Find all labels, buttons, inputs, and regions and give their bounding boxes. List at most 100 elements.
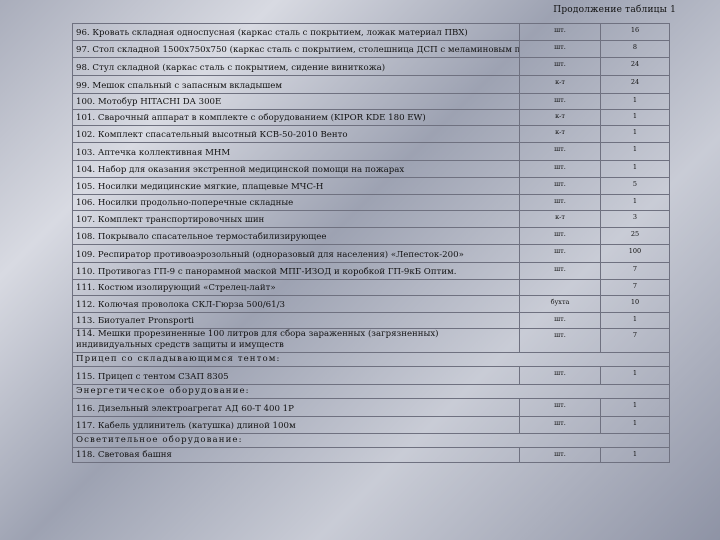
unit-cell: шт.: [519, 194, 601, 211]
quantity-cell: 1: [600, 125, 670, 143]
quantity-cell: 16: [600, 23, 670, 41]
table-row: 117. Кабель удлинитель (катушка) длиной …: [72, 416, 670, 434]
unit-cell: шт.: [519, 142, 601, 161]
section-row: Прицеп со складывающимся тентом:: [72, 352, 670, 367]
item-name-cell: 114. Мешки прорезиненные 100 литров для …: [72, 328, 520, 353]
unit-cell: к-т: [519, 75, 601, 94]
unit-cell: шт.: [519, 23, 601, 41]
quantity-cell: 1: [600, 160, 670, 178]
quantity-cell: 3: [600, 210, 670, 228]
unit-cell: шт.: [519, 398, 601, 417]
table-row: 104. Набор для оказания экстренной медиц…: [72, 160, 670, 178]
item-name-cell: 103. Аптечка коллективная МНМ: [72, 142, 520, 161]
section-heading: Осветительное оборудование:: [72, 433, 670, 448]
table-row: 113. Биотуалет Pronsporti шт. 1: [72, 312, 670, 329]
unit-cell: шт.: [519, 262, 601, 280]
section-row: Энергетическое оборудование:: [72, 384, 670, 399]
item-name-cell: 105. Носилки медицинские мягкие, плащевы…: [72, 177, 520, 195]
unit-cell: шт.: [519, 177, 601, 195]
unit-cell: бухта: [519, 295, 601, 313]
section-heading: Прицеп со складывающимся тентом:: [72, 352, 670, 367]
item-name-cell: 117. Кабель удлинитель (катушка) длиной …: [72, 416, 520, 434]
section-heading: Энергетическое оборудование:: [72, 384, 670, 399]
item-name-cell: 102. Комплект спасательный высотный КСВ-…: [72, 125, 520, 143]
unit-cell: к-т: [519, 125, 601, 143]
table-row: 111. Костюм изолирующий «Стрелец-лайт» 7: [72, 279, 670, 296]
item-name-cell: 99. Мешок спальный с запасным вкладышем: [72, 75, 520, 94]
item-name-cell: 101. Сварочный аппарат в комплекте с обо…: [72, 109, 520, 126]
unit-cell: шт.: [519, 93, 601, 110]
quantity-cell: 8: [600, 40, 670, 58]
item-name-cell: 96. Кровать складная односпусная (каркас…: [72, 23, 520, 41]
item-name-cell: 98. Стул складной (каркас сталь с покрыт…: [72, 57, 520, 76]
item-name-cell: 113. Биотуалет Pronsporti: [72, 312, 520, 329]
item-name-cell: 109. Респиратор противоаэрозольный (одно…: [72, 244, 520, 263]
table-row: 97. Стол складной 1500х750х750 (каркас с…: [72, 40, 670, 58]
item-name-cell: 118. Световая башня: [72, 447, 520, 463]
quantity-cell: 7: [600, 328, 670, 353]
unit-cell: к-т: [519, 210, 601, 228]
unit-cell: к-т: [519, 109, 601, 126]
table-row: 118. Световая башня шт. 1: [72, 447, 670, 463]
quantity-cell: 1: [600, 398, 670, 417]
quantity-cell: 1: [600, 93, 670, 110]
table-row: 106. Носилки продольно-поперечные складн…: [72, 194, 670, 211]
section-row: Осветительное оборудование:: [72, 433, 670, 448]
table-row: 101. Сварочный аппарат в комплекте с обо…: [72, 109, 670, 126]
item-name-cell: 112. Колючая проволока СКЛ-Гюрза 500/61/…: [72, 295, 520, 313]
table-row: 105. Носилки медицинские мягкие, плащевы…: [72, 177, 670, 195]
quantity-cell: 25: [600, 227, 670, 245]
table-row: 114. Мешки прорезиненные 100 литров для …: [72, 328, 670, 353]
item-name-cell: 115. Прицеп с тентом СЗАП 8305: [72, 366, 520, 385]
table-row: 107. Комплект транспортировочных шин к-т 3: [72, 210, 670, 228]
quantity-cell: 1: [600, 366, 670, 385]
quantity-cell: 24: [600, 75, 670, 94]
table-row: 109. Респиратор противоаэрозольный (одно…: [72, 244, 670, 263]
unit-cell: шт.: [519, 227, 601, 245]
quantity-cell: 1: [600, 312, 670, 329]
table-row: 110. Противогаз ГП-9 с панорамной маской…: [72, 262, 670, 280]
table-row: 116. Дизельный электроагрегат АД 60-Т 40…: [72, 398, 670, 417]
table-row: 98. Стул складной (каркас сталь с покрыт…: [72, 57, 670, 76]
quantity-cell: 1: [600, 194, 670, 211]
unit-cell: шт.: [519, 366, 601, 385]
table-row: 96. Кровать складная односпусная (каркас…: [72, 23, 670, 41]
quantity-cell: 1: [600, 416, 670, 434]
item-name-cell: 116. Дизельный электроагрегат АД 60-Т 40…: [72, 398, 520, 417]
quantity-cell: 24: [600, 57, 670, 76]
unit-cell: [519, 279, 601, 296]
quantity-cell: 100: [600, 244, 670, 263]
unit-cell: шт.: [519, 416, 601, 434]
item-name-cell: 104. Набор для оказания экстренной медиц…: [72, 160, 520, 178]
table-row: 102. Комплект спасательный высотный КСВ-…: [72, 125, 670, 143]
unit-cell: шт.: [519, 312, 601, 329]
unit-cell: шт.: [519, 57, 601, 76]
item-name-cell: 111. Костюм изолирующий «Стрелец-лайт»: [72, 279, 520, 296]
quantity-cell: 7: [600, 279, 670, 296]
table-row: 108. Покрывало спасательное термостабили…: [72, 227, 670, 245]
quantity-cell: 5: [600, 177, 670, 195]
item-name-cell: 106. Носилки продольно-поперечные складн…: [72, 194, 520, 211]
item-name-cell: 97. Стол складной 1500х750х750 (каркас с…: [72, 40, 520, 58]
item-name-cell: 107. Комплект транспортировочных шин: [72, 210, 520, 228]
unit-cell: шт.: [519, 160, 601, 178]
item-name-cell: 108. Покрывало спасательное термостабили…: [72, 227, 520, 245]
table-row: 103. Аптечка коллективная МНМ шт. 1: [72, 142, 670, 161]
unit-cell: шт.: [519, 447, 601, 463]
table-row: 100. Мотобур HITACHI DA 300E шт. 1: [72, 93, 670, 110]
unit-cell: шт.: [519, 40, 601, 58]
equipment-table-body: 96. Кровать складная односпусная (каркас…: [72, 23, 670, 463]
quantity-cell: 10: [600, 295, 670, 313]
unit-cell: шт.: [519, 244, 601, 263]
unit-cell: шт.: [519, 328, 601, 353]
table-caption: Продолжение таблицы 1: [553, 5, 676, 15]
quantity-cell: 1: [600, 447, 670, 463]
table-row: 115. Прицеп с тентом СЗАП 8305 шт. 1: [72, 366, 670, 385]
quantity-cell: 7: [600, 262, 670, 280]
table-row: 112. Колючая проволока СКЛ-Гюрза 500/61/…: [72, 295, 670, 313]
table-row: 99. Мешок спальный с запасным вкладышем к…: [72, 75, 670, 94]
item-name-cell: 100. Мотобур HITACHI DA 300E: [72, 93, 520, 110]
quantity-cell: 1: [600, 142, 670, 161]
quantity-cell: 1: [600, 109, 670, 126]
equipment-table: 96. Кровать складная односпусная (каркас…: [72, 23, 670, 463]
